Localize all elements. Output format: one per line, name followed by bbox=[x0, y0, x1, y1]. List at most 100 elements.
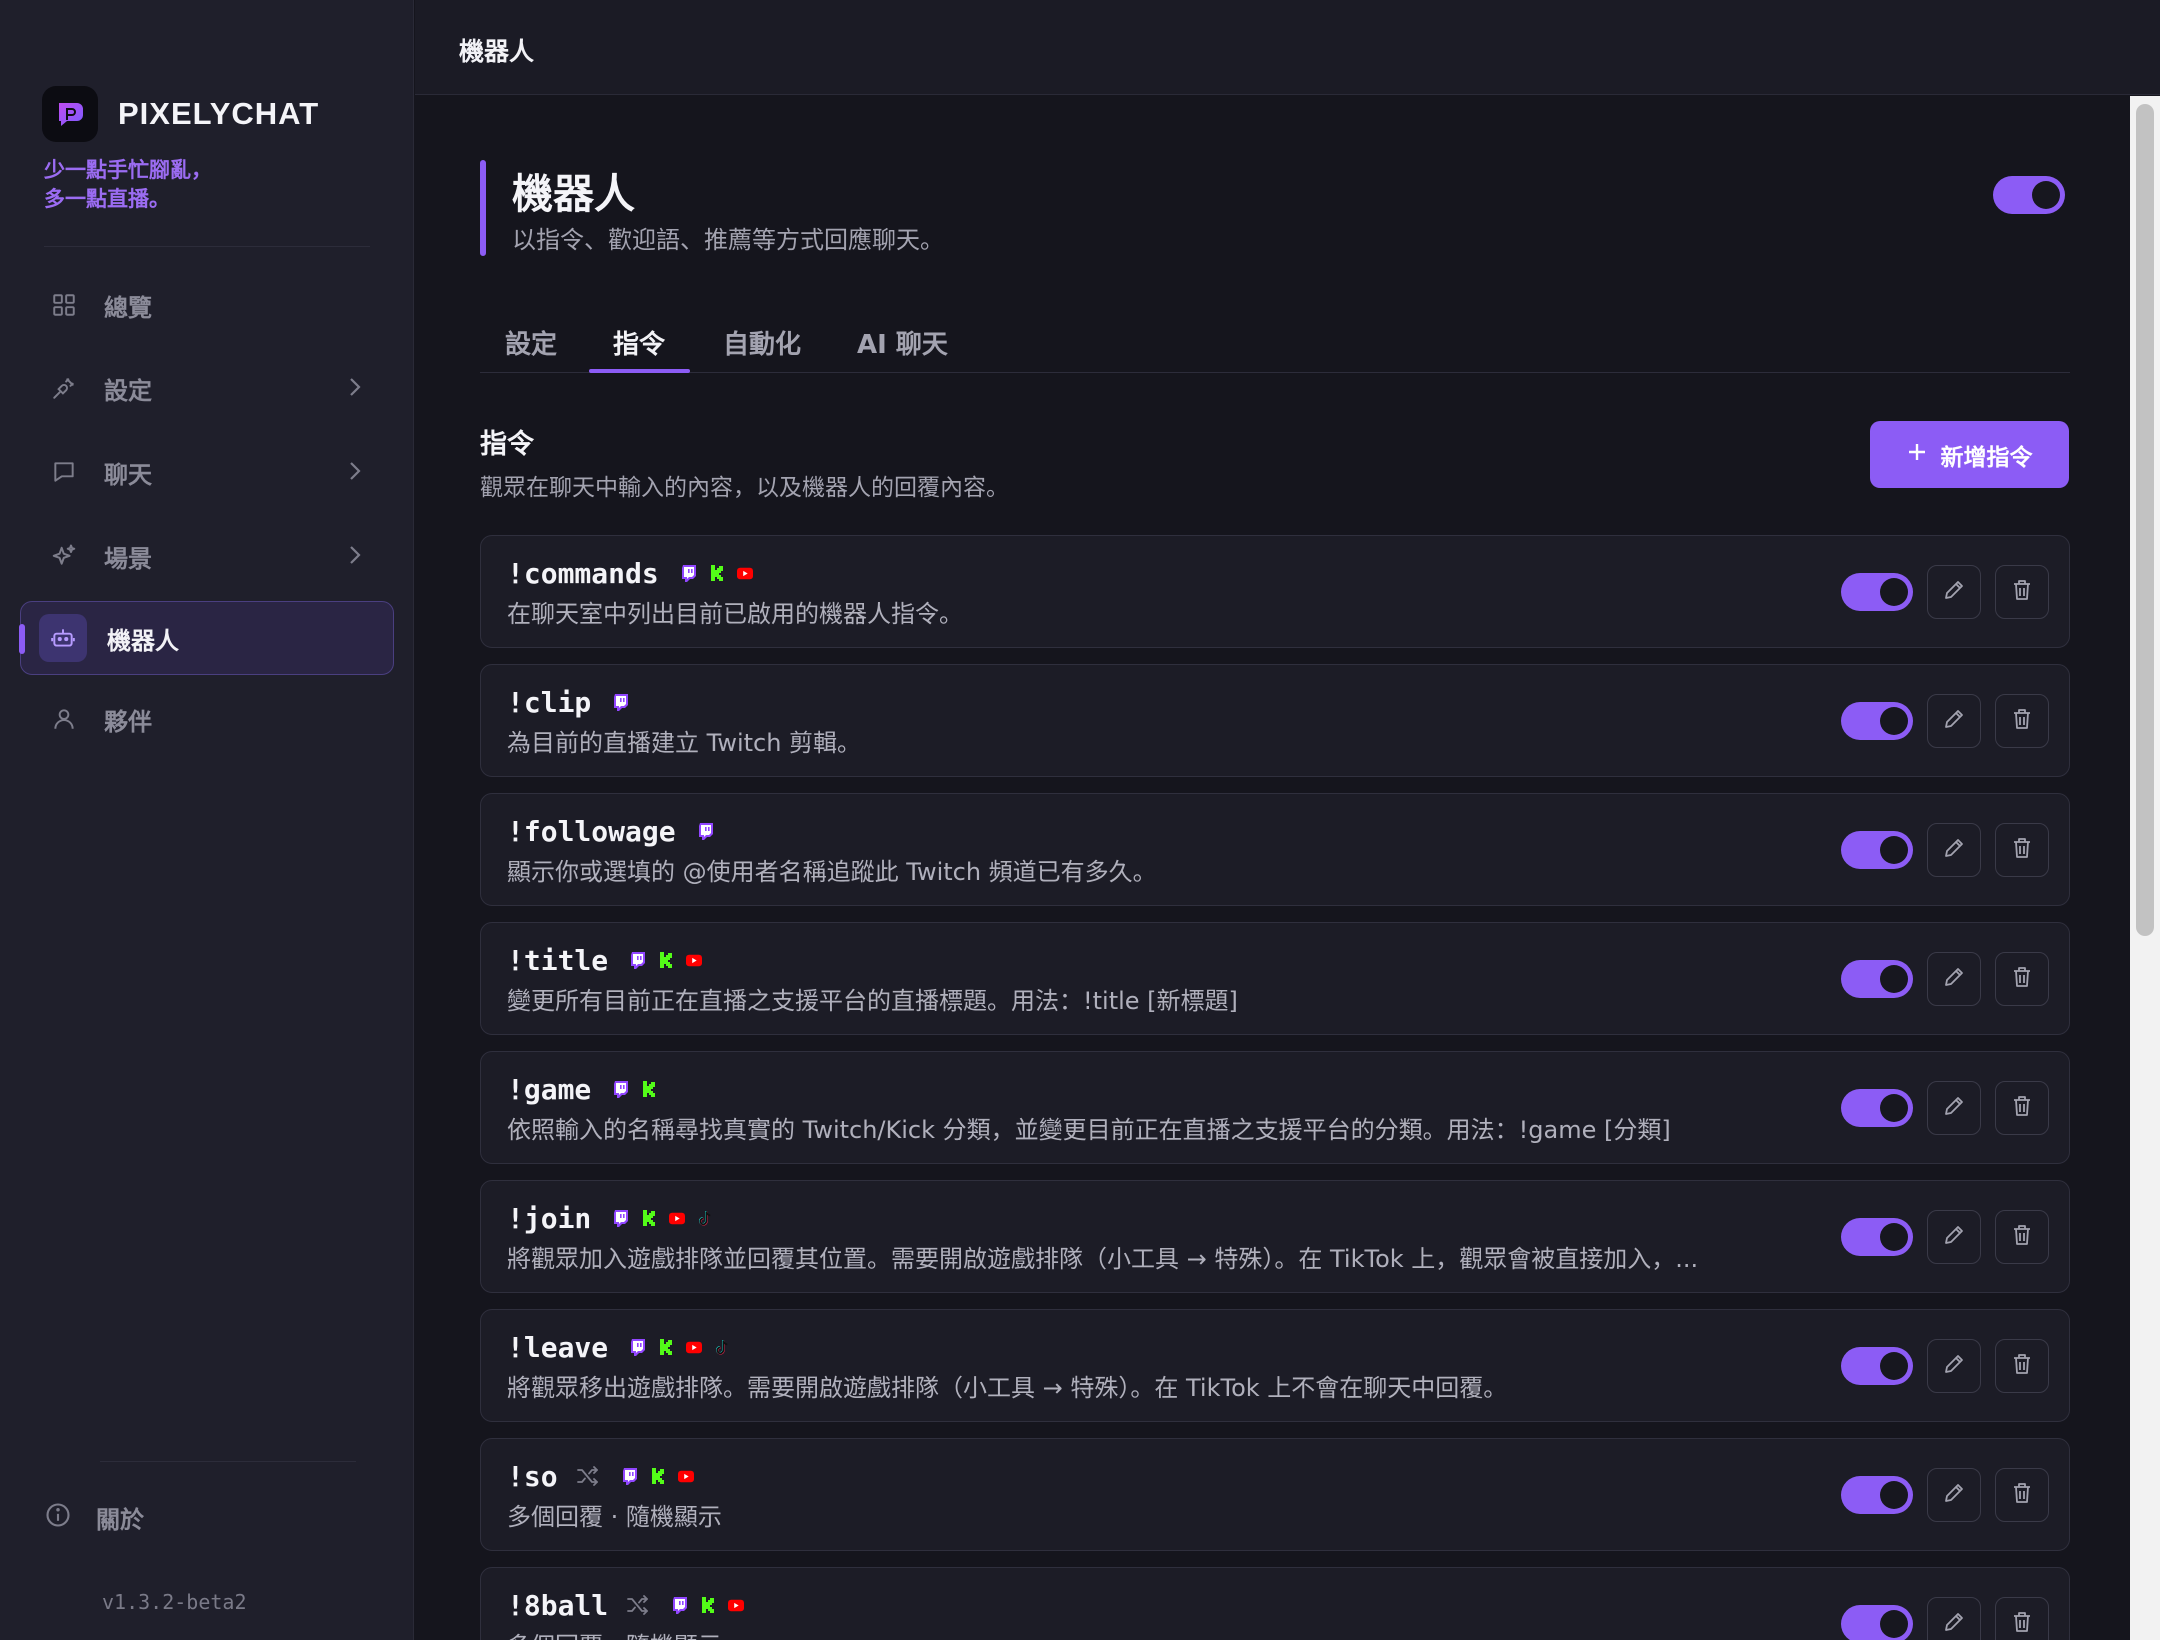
sidebar-item-partners[interactable]: 夥伴 bbox=[20, 682, 394, 756]
delete-command-button[interactable] bbox=[1995, 694, 2049, 748]
sidebar-item-about[interactable]: 關於 bbox=[44, 1500, 144, 1535]
command-enabled-toggle[interactable] bbox=[1841, 573, 1913, 611]
shuffle-icon bbox=[626, 1595, 650, 1615]
command-card[interactable]: !8ball 多個回覆 · 隨機顯示 bbox=[480, 1567, 2070, 1640]
sidebar-item-label: 聊天 bbox=[104, 460, 152, 489]
command-card[interactable]: !join 將觀眾加入遊戲排隊並回覆其位置。需要開啟遊戲排隊（小工具 → 特殊）。… bbox=[480, 1180, 2070, 1293]
trash-icon bbox=[2010, 1610, 2034, 1638]
brand[interactable]: PIXELYCHAT bbox=[42, 86, 319, 142]
topbar: 機器人 bbox=[415, 0, 2160, 95]
pencil-icon bbox=[1942, 1352, 1966, 1380]
edit-command-button[interactable] bbox=[1927, 952, 1981, 1006]
delete-command-button[interactable] bbox=[1995, 1210, 2049, 1264]
chat-bubble-icon bbox=[44, 452, 84, 492]
command-name-row: !game bbox=[507, 1072, 657, 1106]
command-name-row: !followage bbox=[507, 814, 714, 848]
twitch-icon bbox=[698, 822, 714, 840]
command-enabled-toggle[interactable] bbox=[1841, 960, 1913, 998]
delete-command-button[interactable] bbox=[1995, 1468, 2049, 1522]
command-card[interactable]: !clip 為目前的直播建立 Twitch 剪輯。 bbox=[480, 664, 2070, 777]
command-enabled-toggle[interactable] bbox=[1841, 1089, 1913, 1127]
trash-icon bbox=[2010, 578, 2034, 606]
command-description: 依照輸入的名稱尋找真實的 Twitch/Kick 分類，並變更目前正在直播之支援… bbox=[507, 1116, 1671, 1144]
edit-command-button[interactable] bbox=[1927, 565, 1981, 619]
scrollbar-thumb[interactable] bbox=[2136, 104, 2154, 936]
active-indicator bbox=[19, 624, 25, 654]
edit-command-button[interactable] bbox=[1927, 1081, 1981, 1135]
delete-command-button[interactable] bbox=[1995, 823, 2049, 877]
delete-command-button[interactable] bbox=[1995, 952, 2049, 1006]
header-accent-bar bbox=[480, 160, 486, 256]
command-description: 將觀眾加入遊戲排隊並回覆其位置。需要開啟遊戲排隊（小工具 → 特殊）。在 Tik… bbox=[507, 1245, 1699, 1273]
command-name-row: !title bbox=[507, 943, 703, 977]
command-enabled-toggle[interactable] bbox=[1841, 702, 1913, 740]
kick-icon bbox=[650, 1468, 666, 1484]
command-name: !leave bbox=[507, 1330, 609, 1364]
user-icon bbox=[44, 699, 84, 739]
command-enabled-toggle[interactable] bbox=[1841, 1347, 1913, 1385]
edit-command-button[interactable] bbox=[1927, 823, 1981, 877]
chevron-right-icon bbox=[348, 544, 362, 572]
command-enabled-toggle[interactable] bbox=[1841, 831, 1913, 869]
tab-settings[interactable]: 設定 bbox=[505, 324, 557, 361]
command-card[interactable]: !followage 顯示你或選填的 @使用者名稱追蹤此 Twitch 頻道已有多… bbox=[480, 793, 2070, 906]
command-name-row: !clip bbox=[507, 685, 629, 719]
command-card[interactable]: !game 依照輸入的名稱尋找真實的 Twitch/Kick 分類，並變更目前正在… bbox=[480, 1051, 2070, 1164]
pixelychat-logo-icon bbox=[42, 86, 98, 142]
youtube-icon bbox=[736, 565, 753, 581]
command-enabled-toggle[interactable] bbox=[1841, 1605, 1913, 1640]
tagline-line-2: 多一點直播。 bbox=[44, 187, 170, 211]
command-enabled-toggle[interactable] bbox=[1841, 1218, 1913, 1256]
tab-bar: 設定 指令 自動化 AI 聊天 bbox=[480, 314, 2070, 373]
brand-name: PIXELYCHAT bbox=[118, 96, 320, 131]
sidebar-item-chat[interactable]: 聊天 bbox=[20, 435, 394, 509]
kick-icon bbox=[641, 1210, 657, 1226]
delete-command-button[interactable] bbox=[1995, 1339, 2049, 1393]
sidebar-divider bbox=[100, 1461, 356, 1462]
command-description: 多個回覆 · 隨機顯示 bbox=[507, 1626, 722, 1640]
command-card[interactable]: !so 多個回覆 · 隨機顯示 bbox=[480, 1438, 2070, 1551]
edit-command-button[interactable] bbox=[1927, 1339, 1981, 1393]
delete-command-button[interactable] bbox=[1995, 1597, 2049, 1640]
command-card[interactable]: !commands 在聊天室中列出目前已啟用的機器人指令。 bbox=[480, 535, 2070, 648]
edit-command-button[interactable] bbox=[1927, 694, 1981, 748]
youtube-icon bbox=[728, 1597, 745, 1613]
tab-ai-chat[interactable]: AI 聊天 bbox=[857, 324, 948, 361]
delete-command-button[interactable] bbox=[1995, 1081, 2049, 1135]
command-enabled-toggle[interactable] bbox=[1841, 1476, 1913, 1514]
pencil-icon bbox=[1942, 578, 1966, 606]
pencil-icon bbox=[1942, 1481, 1966, 1509]
section-title: 指令 bbox=[480, 429, 534, 460]
twitch-icon bbox=[613, 1209, 629, 1227]
shuffle-icon bbox=[576, 1466, 600, 1486]
edit-command-button[interactable] bbox=[1927, 1210, 1981, 1264]
command-actions bbox=[1841, 1597, 2049, 1640]
command-description: 變更所有目前正在直播之支援平台的直播標題。用法：!title [新標題] bbox=[507, 987, 1238, 1015]
tagline: 少一點手忙腳亂， 多一點直播。 bbox=[44, 156, 212, 214]
edit-command-button[interactable] bbox=[1927, 1468, 1981, 1522]
sidebar-item-overview[interactable]: 總覽 bbox=[20, 268, 394, 342]
tab-commands[interactable]: 指令 bbox=[613, 324, 665, 361]
command-name-row: !commands bbox=[507, 556, 753, 590]
edit-command-button[interactable] bbox=[1927, 1597, 1981, 1640]
trash-icon bbox=[2010, 965, 2034, 993]
sidebar-item-settings[interactable]: 設定 bbox=[20, 351, 394, 425]
pencil-icon bbox=[1942, 1610, 1966, 1638]
sidebar-item-label: 機器人 bbox=[107, 626, 179, 655]
command-name-row: !leave bbox=[507, 1330, 730, 1364]
tiktok-icon bbox=[714, 1339, 730, 1355]
grid-icon bbox=[44, 285, 84, 325]
add-command-button[interactable]: 新增指令 bbox=[1870, 421, 2069, 488]
delete-command-button[interactable] bbox=[1995, 565, 2049, 619]
pencil-icon bbox=[1942, 1223, 1966, 1251]
platform-icons bbox=[698, 822, 714, 840]
bot-icon bbox=[39, 614, 87, 662]
bot-enabled-toggle[interactable] bbox=[1993, 176, 2065, 214]
tab-automation[interactable]: 自動化 bbox=[723, 324, 801, 361]
command-card[interactable]: !leave 將觀眾移出遊戲排隊。需要開啟遊戲排隊（小工具 → 特殊）。在 Tik… bbox=[480, 1309, 2070, 1422]
sidebar-item-bot[interactable]: 機器人 bbox=[19, 601, 394, 675]
command-card[interactable]: !title 變更所有目前正在直播之支援平台的直播標題。用法：!title [新標… bbox=[480, 922, 2070, 1035]
trash-icon bbox=[2010, 1094, 2034, 1122]
twitch-icon bbox=[622, 1467, 638, 1485]
sidebar-item-scenes[interactable]: 場景 bbox=[20, 519, 394, 593]
